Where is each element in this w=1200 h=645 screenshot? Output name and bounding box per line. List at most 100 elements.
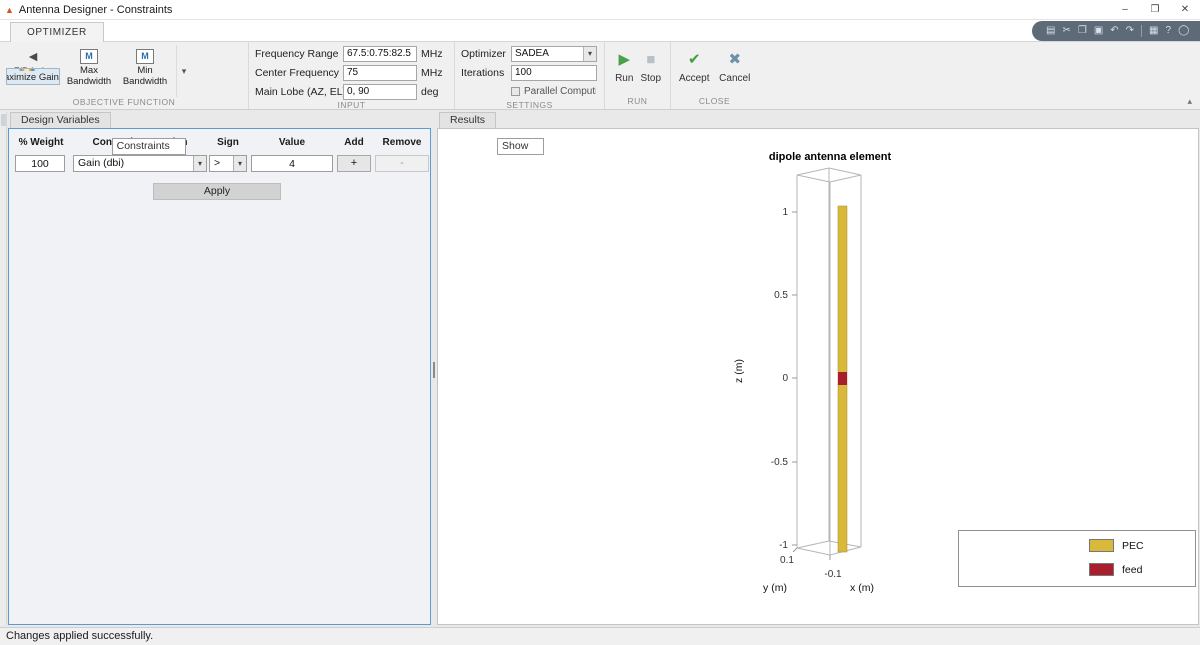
- header-value: Value: [278, 137, 306, 148]
- center-frequency-field[interactable]: [343, 64, 417, 81]
- undo-icon[interactable]: ↶: [1110, 21, 1118, 41]
- tab-design-variables[interactable]: Design Variables: [10, 112, 111, 129]
- chevron-down-icon: ▾: [233, 156, 246, 171]
- section-label-close: CLOSE: [698, 96, 731, 106]
- layout-icon[interactable]: ▦: [1149, 21, 1158, 41]
- copy-icon[interactable]: ❐: [1078, 21, 1087, 41]
- section-input: Frequency Range MHz Center Frequency MHz…: [248, 42, 454, 110]
- help-icon[interactable]: ?: [1166, 21, 1172, 41]
- header-remove: Remove: [382, 137, 422, 148]
- sign-select[interactable]: > ▾: [209, 155, 247, 172]
- xy-tick-labels: 0.1 -0.1: [780, 555, 842, 580]
- plot-legend: PEC feed: [958, 530, 1196, 587]
- cut-icon[interactable]: ✂: [1062, 21, 1070, 41]
- window-controls: – ❐ ✕: [1110, 0, 1200, 20]
- app-window: ▲ Antenna Designer - Constraints – ❐ ✕ O…: [0, 0, 1200, 645]
- main-lobe-field[interactable]: [343, 83, 417, 100]
- show-body: dipole antenna element 1 0.5 0 -0.5 -1 0…: [437, 128, 1199, 625]
- chevron-down-icon: ▾: [193, 156, 206, 171]
- optimizer-label: Optimizer: [461, 47, 506, 60]
- optimizer-value: SADEA: [515, 47, 549, 59]
- app-logo-icon: ▲: [5, 4, 14, 15]
- left-panel-tabs: Design Variables Constraints: [8, 112, 431, 155]
- remove-constraint-button[interactable]: -: [375, 155, 429, 172]
- parallel-computing-checkbox[interactable]: [511, 87, 520, 96]
- feed-swatch-icon: [1089, 563, 1114, 576]
- stop-button[interactable]: ■ Stop: [638, 45, 665, 96]
- toolstrip-tabrow: OPTIMIZER ▤ ✂ ❐ ▣ ↶ ↷ ▦ ? ◯: [0, 20, 1200, 42]
- main-area: Design Variables Constraints % Weight Co…: [0, 110, 1200, 627]
- axes-box: [796, 167, 862, 556]
- tab-constraints[interactable]: Constraints: [111, 138, 186, 155]
- collapse-ribbon-icon[interactable]: ▴: [1187, 96, 1192, 107]
- run-icon: ▶: [618, 51, 631, 68]
- z-tick-labels: 1 0.5 0 -0.5 -1: [771, 207, 789, 551]
- constraints-body: % Weight Constraint Function Sign Value …: [8, 128, 431, 625]
- constraints-panel: Design Variables Constraints % Weight Co…: [8, 112, 431, 625]
- minimize-button[interactable]: –: [1110, 0, 1140, 20]
- svg-text:-0.5: -0.5: [771, 457, 789, 468]
- show-panel: Results Show dipole antenna element 1 0.…: [437, 112, 1199, 625]
- quick-access-toolbar: ▤ ✂ ❐ ▣ ↶ ↷ ▦ ? ◯: [1032, 21, 1200, 41]
- accept-check-icon: ✔: [687, 51, 701, 68]
- chevron-down-icon: ▾: [583, 46, 596, 61]
- frequency-range-field[interactable]: [343, 45, 417, 62]
- run-button[interactable]: ▶ Run: [611, 45, 638, 96]
- objective-gallery-dropdown[interactable]: ▾: [176, 45, 191, 97]
- sign-value: >: [214, 157, 221, 169]
- max-bandwidth-button[interactable]: M Max Bandwidth: [62, 45, 116, 97]
- window-title: Antenna Designer - Constraints: [18, 3, 173, 16]
- min-bandwidth-button[interactable]: M Min Bandwidth: [118, 45, 172, 97]
- iterations-label: Iterations: [461, 66, 505, 79]
- tab-results[interactable]: Results: [439, 112, 497, 129]
- lobe-cone-icon: ◄: [26, 48, 40, 64]
- constraint-function-select[interactable]: Gain (dbi) ▾: [73, 155, 207, 172]
- weight-field[interactable]: [15, 155, 65, 172]
- center-frequency-unit: MHz: [421, 66, 443, 79]
- run-label: Run: [615, 73, 634, 84]
- max-bandwidth-label: Max Bandwidth: [66, 65, 112, 87]
- svg-text:0: 0: [782, 373, 788, 384]
- svg-text:1: 1: [782, 207, 788, 218]
- accept-button[interactable]: ✔ Accept: [677, 45, 712, 96]
- status-bar: Changes applied successfully.: [0, 627, 1200, 645]
- maximize-gain-button[interactable]: Maximize Gain: [6, 68, 60, 85]
- iterations-field[interactable]: [511, 64, 597, 81]
- feed-point: [838, 372, 847, 385]
- x-axis-label: x (m): [850, 582, 874, 594]
- header-weight: % Weight: [18, 137, 64, 148]
- svg-text:-1: -1: [779, 540, 788, 551]
- strip-grip-icon: [0, 114, 6, 126]
- z-tick-marks: [792, 211, 797, 546]
- constraint-function-value: Gain (dbi): [78, 157, 125, 169]
- titlebar: ▲ Antenna Designer - Constraints – ❐ ✕: [0, 0, 1200, 20]
- close-button[interactable]: ✕: [1170, 0, 1200, 20]
- status-circle-icon[interactable]: ◯: [1178, 21, 1189, 41]
- status-message: Changes applied successfully.: [6, 630, 154, 642]
- section-label-input: INPUT: [337, 100, 366, 110]
- tab-show[interactable]: Show: [497, 138, 545, 155]
- accept-label: Accept: [678, 73, 710, 84]
- save-icon[interactable]: ▤: [1046, 21, 1055, 41]
- optimizer-ribbon: Maximize Gain ◄ F/B Lobe Ratio M Max Ban…: [0, 42, 1200, 110]
- paste-icon[interactable]: ▣: [1094, 21, 1103, 41]
- redo-icon[interactable]: ↷: [1126, 21, 1134, 41]
- min-bandwidth-label: Min Bandwidth: [122, 65, 168, 87]
- maximize-gain-label: Maximize Gain: [7, 72, 59, 84]
- frequency-range-unit: MHz: [421, 47, 443, 60]
- cancel-button[interactable]: ✖ Cancel: [718, 45, 753, 96]
- value-field[interactable]: [251, 155, 333, 172]
- maximize-button[interactable]: ❐: [1140, 0, 1170, 20]
- svg-text:0.5: 0.5: [774, 290, 788, 301]
- tab-optimizer[interactable]: OPTIMIZER: [10, 22, 104, 42]
- parallel-computing-label: Parallel Computing: [524, 86, 596, 97]
- left-collapsed-strip[interactable]: [0, 112, 7, 625]
- optimizer-select[interactable]: SADEA ▾: [511, 45, 597, 62]
- gain-pattern-icon: [19, 69, 36, 72]
- legend-feed-label: feed: [1122, 563, 1143, 576]
- apply-button[interactable]: Apply: [153, 183, 281, 200]
- add-constraint-button[interactable]: +: [337, 155, 371, 172]
- legend-pec-label: PEC: [1122, 539, 1144, 552]
- section-objective-function: Maximize Gain ◄ F/B Lobe Ratio M Max Ban…: [0, 42, 248, 109]
- max-bandwidth-icon: M: [80, 49, 98, 64]
